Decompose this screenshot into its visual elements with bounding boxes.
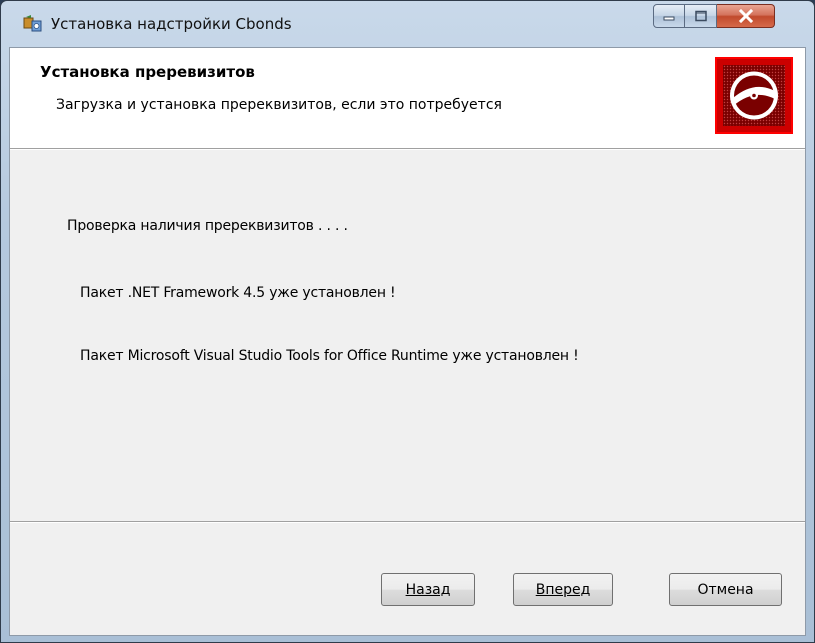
page-subtitle: Загрузка и установка пререквизитов, если… [56, 97, 502, 113]
window-title: Установка надстройки Cbonds [51, 15, 292, 33]
dialog-client-area: Установка преревизитов Загрузка и устано… [9, 47, 806, 636]
next-button[interactable]: Вперед [513, 573, 613, 606]
header-divider [10, 148, 805, 150]
title-bar[interactable]: Установка надстройки Cbonds [1, 1, 814, 47]
installer-app-icon [23, 15, 42, 32]
minimize-icon [663, 16, 675, 21]
status-message: Проверка наличия пререквизитов . . . . [67, 218, 348, 234]
close-icon [738, 9, 753, 23]
minimize-button[interactable] [653, 4, 685, 28]
next-button-label: Вперед [535, 581, 591, 598]
status-message: Пакет .NET Framework 4.5 уже установлен … [80, 285, 396, 301]
close-button[interactable] [717, 4, 775, 28]
page-title: Установка преревизитов [40, 63, 255, 81]
cancel-button[interactable]: Отмена [669, 573, 782, 606]
back-button-label: Назад [405, 581, 451, 598]
disc-logo-icon [715, 57, 793, 134]
status-message: Пакет Microsoft Visual Studio Tools for … [80, 348, 579, 364]
maximize-button[interactable] [685, 4, 717, 28]
installer-window: Установка надстройки Cbonds Установка пр… [0, 0, 815, 643]
back-button[interactable]: Назад [381, 573, 475, 606]
maximize-icon [694, 10, 707, 22]
footer-divider [10, 521, 805, 523]
cancel-button-label: Отмена [697, 581, 754, 598]
banner-header: Установка преревизитов Загрузка и устано… [10, 48, 805, 148]
